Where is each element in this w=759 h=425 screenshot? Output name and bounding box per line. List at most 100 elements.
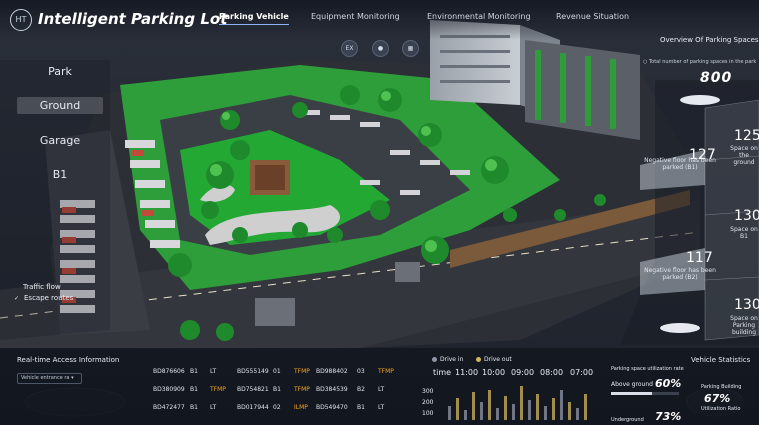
flow-bar (528, 400, 531, 420)
y-tick: 200 (422, 399, 434, 406)
access-plate: BD472477 (153, 404, 185, 411)
access-location: B2 (357, 386, 365, 393)
stat-b2-parked-label: Negative floor has been parked (B2) (644, 267, 716, 281)
stat-building-space-label: Space on Parking building (730, 315, 758, 336)
access-plate: BD988402 (316, 368, 348, 375)
exit-button[interactable]: EX (341, 40, 358, 57)
flow-bar (496, 408, 499, 420)
above-ground-label: Above ground (611, 381, 653, 388)
tab-revenue-situation[interactable]: Revenue Situation (556, 12, 629, 24)
stat-b1-parked-label: Negative floor has been parked (B1) (644, 157, 716, 171)
flow-bar (568, 402, 571, 420)
time-axis-label: time (433, 368, 452, 377)
brand-logo: HT (10, 9, 32, 31)
tab-equipment-monitoring[interactable]: Equipment Monitoring (311, 12, 400, 24)
access-type: LT (210, 404, 217, 411)
access-plate: BD876606 (153, 368, 185, 375)
flow-bar (472, 392, 475, 420)
access-location: B1 (273, 386, 281, 393)
layer-b1-button[interactable]: B1 (17, 166, 103, 183)
access-type: ILMP (294, 404, 308, 411)
stat-building-space-num: 130 (734, 297, 759, 313)
vehicle-entrance-dropdown[interactable]: Vehicle entrance ra ▾ (17, 373, 82, 384)
underground-label: Underground (611, 417, 644, 423)
flow-bar (512, 404, 515, 420)
access-plate: BD017944 (237, 404, 269, 411)
layer-ground-button[interactable]: Ground (17, 97, 103, 114)
underground-value: 73% (655, 410, 682, 423)
vehicle-stats-title: Vehicle Statistics (691, 356, 751, 364)
escape-routes-label: Escape routes (24, 294, 74, 302)
access-location: B1 (190, 368, 198, 375)
title-part-2: Parking (131, 10, 196, 28)
access-type: TFMP (378, 368, 394, 375)
access-type: TFMP (294, 386, 310, 393)
flow-bar (576, 408, 579, 420)
flow-bar (448, 406, 451, 420)
drive-out-legend: Drive out (476, 356, 512, 363)
traffic-flow-toggle[interactable]: Traffic flow (23, 283, 61, 291)
tab-parking-vehicle[interactable]: Parking Vehicle (219, 12, 289, 25)
y-tick: 300 (422, 388, 434, 395)
flow-bar (456, 398, 459, 420)
layer-park-button[interactable]: Park (17, 63, 103, 80)
access-info-title: Real-time Access Information (17, 356, 120, 364)
flow-bar (584, 394, 587, 420)
flow-bar (552, 398, 555, 420)
building-utilization-value: 67% (704, 392, 731, 405)
stat-b1-space-label: Space on B1 (730, 226, 758, 240)
title-part-1: Intelligent (38, 10, 132, 28)
access-type: LT (210, 368, 217, 375)
utilization-title: Parking space utilization rate (611, 366, 684, 372)
stat-ground-space-label: Space on the ground (730, 145, 758, 166)
above-ground-bar-fill (611, 392, 652, 395)
overview-title: Overview Of Parking Spaces (660, 36, 759, 44)
access-location: B1 (357, 404, 365, 411)
access-type: LT (378, 404, 385, 411)
stat-b1-space-num: 130 (734, 208, 759, 224)
view-toggle-button[interactable]: ● (372, 40, 389, 57)
access-plate: BD549470 (316, 404, 348, 411)
grid-view-button[interactable]: ▦ (402, 40, 419, 57)
access-location: B1 (190, 386, 198, 393)
flow-bar (536, 394, 539, 420)
access-location: 02 (273, 404, 281, 411)
access-plate: BD380909 (153, 386, 185, 393)
app-title: Intelligent Parking Lot (38, 10, 227, 28)
total-spaces-label: ○ Total number of parking spaces in the … (643, 59, 757, 65)
access-location: B1 (190, 404, 198, 411)
above-ground-value: 60% (655, 377, 682, 390)
access-plate: BD555149 (237, 368, 269, 375)
escape-routes-toggle[interactable]: ✓ Escape routes (13, 294, 73, 302)
time-tick: 08:00 (540, 368, 564, 377)
checkmark-icon[interactable]: ✓ (13, 295, 20, 302)
stat-b2-parked-num: 117 (686, 250, 713, 266)
traffic-flow-bars (448, 380, 598, 420)
flow-bar (480, 402, 483, 420)
time-tick: 10:00 (482, 368, 506, 377)
flow-bar (544, 406, 547, 420)
stat-ground-space-num: 125 (734, 128, 759, 144)
parking-building-label: Parking Building (701, 384, 742, 390)
flow-bar (520, 386, 523, 420)
access-type: LT (378, 386, 385, 393)
access-type: TFMP (210, 386, 226, 393)
time-tick: 09:00 (511, 368, 535, 377)
access-plate: BD754821 (237, 386, 269, 393)
total-spaces-value: 800 (700, 70, 733, 86)
drive-out-dot-icon (476, 357, 481, 362)
y-tick: 100 (422, 410, 434, 417)
tab-environmental-monitoring[interactable]: Environmental Monitoring (427, 12, 531, 24)
layer-garage-button[interactable]: Garage (17, 132, 103, 149)
flow-bar (464, 410, 467, 420)
drive-in-legend: Drive in (432, 356, 463, 363)
time-tick: 07:00 (570, 368, 594, 377)
access-plate: BD384539 (316, 386, 348, 393)
time-tick: 11:00 (455, 368, 479, 377)
access-location: 01 (273, 368, 281, 375)
access-location: 03 (357, 368, 365, 375)
traffic-flow-label: Traffic flow (23, 283, 61, 291)
access-type: TFMP (294, 368, 310, 375)
flow-bar (504, 396, 507, 420)
flow-bar (560, 390, 563, 420)
